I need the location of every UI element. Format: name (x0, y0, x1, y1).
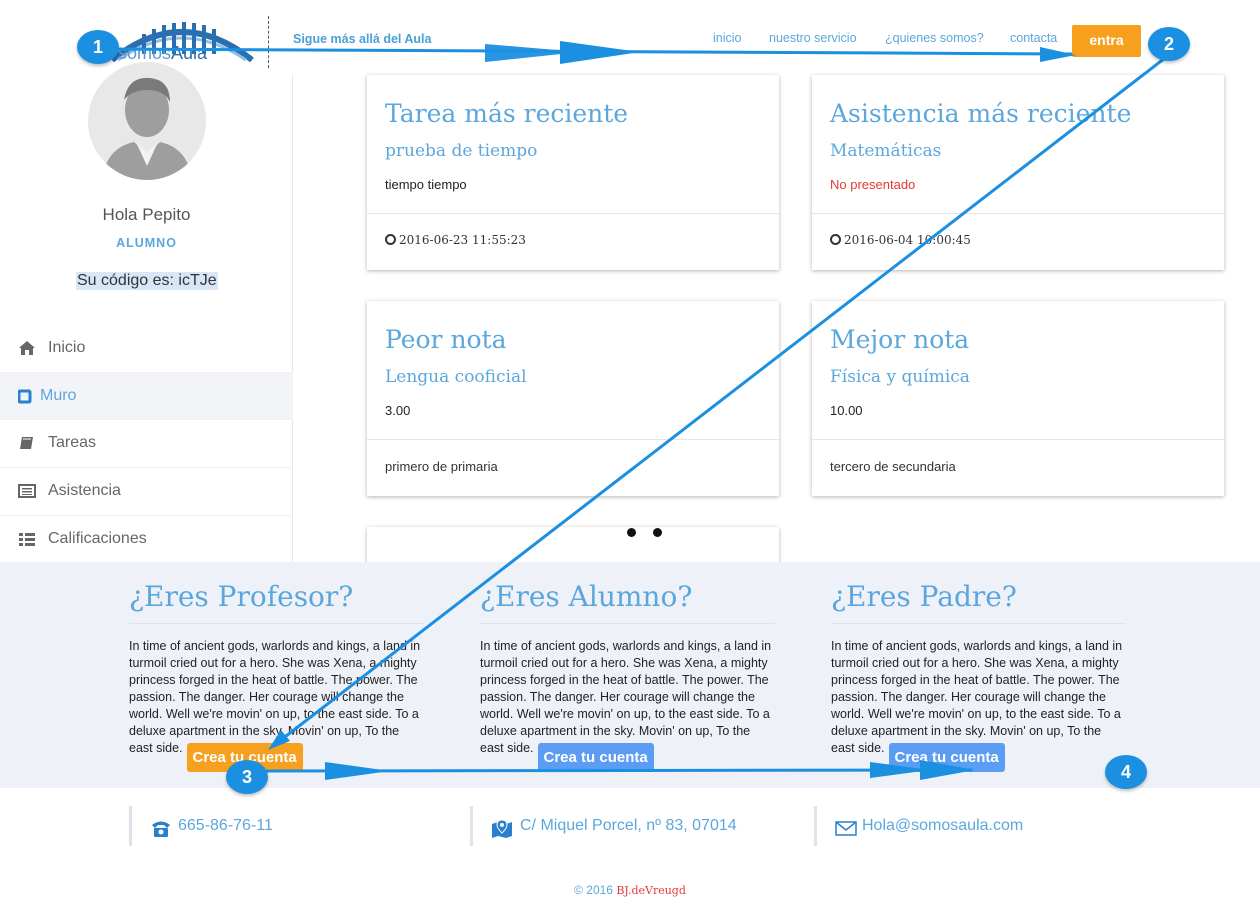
map-marker-icon (492, 819, 512, 838)
role-profesor: ¿Eres Profesor? In time of ancient gods,… (129, 580, 424, 772)
card-title: Mejor nota (830, 325, 970, 354)
card-divider (812, 439, 1224, 440)
card-body: 10.00 (830, 403, 863, 418)
logo-text[interactable]: somosAula (118, 43, 207, 64)
contact-email: Hola@somosaula.com (814, 806, 1023, 846)
role-text: In time of ancient gods, warlords and ki… (831, 639, 1123, 755)
card-footer: tercero de secundaria (830, 459, 956, 474)
page: somosAula Sigue más allá del Aula inicio… (0, 0, 1260, 911)
card-body: 3.00 (385, 403, 411, 418)
logo-text-part1: somos (118, 43, 172, 63)
phone-number[interactable]: 665-86-76-11 (178, 817, 273, 835)
phone-icon (152, 821, 170, 837)
role-text: In time of ancient gods, warlords and ki… (480, 639, 772, 755)
card-divider (367, 439, 779, 440)
role-description: In time of ancient gods, warlords and ki… (480, 638, 775, 772)
sidebar-item-label: Muro (40, 387, 77, 404)
role-padre: ¿Eres Padre? In time of ancient gods, wa… (831, 580, 1126, 772)
sidebar-item-asistencia[interactable]: Asistencia (0, 467, 293, 514)
role-alumno: ¿Eres Alumno? In time of ancient gods, w… (480, 580, 775, 772)
user-silhouette-icon (102, 77, 192, 180)
card-recent-attendance[interactable]: Asistencia más reciente Matemáticas No p… (812, 75, 1224, 270)
nav-link-inicio[interactable]: inicio (713, 31, 742, 45)
card-best-grade[interactable]: Mejor nota Física y química 10.00 tercer… (812, 301, 1224, 496)
clock-icon (385, 234, 396, 245)
card-timestamp: 2016-06-04 10:00:45 (844, 233, 971, 247)
sidebar: Hola Pepito ALUMNO Su código es: icTJe I… (0, 62, 293, 562)
role-title: ¿Eres Alumno? (480, 580, 775, 624)
card-body: No presentado (830, 177, 916, 192)
sidebar-item-label: Asistencia (48, 482, 121, 499)
card-footer: 2016-06-04 10:00:45 (830, 233, 971, 247)
th-list-icon (19, 533, 35, 546)
nav-link-servicio[interactable]: nuestro servicio (769, 31, 857, 45)
email-address[interactable]: Hola@somosaula.com (862, 817, 1023, 835)
tablet-icon (18, 389, 32, 404)
sidebar-item-label: Calificaciones (48, 530, 147, 547)
sidebar-item-tareas[interactable]: Tareas (0, 419, 293, 466)
card-divider (367, 213, 779, 214)
greeting: Hola Pepito (102, 205, 191, 224)
sidebar-item-calificaciones[interactable]: Calificaciones (0, 515, 293, 562)
sidebar-item-label: Tareas (48, 434, 97, 451)
card-body: tiempo tiempo (385, 177, 467, 192)
card-footer: primero de primaria (385, 459, 498, 474)
card-title: Asistencia más reciente (830, 99, 1132, 128)
avatar (88, 62, 206, 180)
card-worst-grade[interactable]: Peor nota Lengua cooficial 3.00 primero … (367, 301, 779, 496)
home-icon (19, 341, 35, 355)
role-title: ¿Eres Padre? (831, 580, 1126, 624)
annotation-badge-4: 4 (1105, 755, 1147, 789)
contact-phone: 665-86-76-11 (129, 806, 273, 846)
annotation-badge-1: 1 (77, 30, 119, 64)
card-partial[interactable] (367, 527, 779, 567)
annotation-badge-2: 2 (1148, 27, 1190, 61)
dot (653, 528, 662, 537)
role-description: In time of ancient gods, warlords and ki… (129, 638, 424, 772)
contact-footer: 665-86-76-11 C/ Miquel Porcel, nº 83, 07… (0, 788, 1260, 911)
header: somosAula Sigue más allá del Aula inicio… (0, 0, 1260, 75)
header-divider (268, 16, 269, 68)
user-role: ALUMNO (116, 236, 177, 250)
roles-section: ¿Eres Profesor? In time of ancient gods,… (0, 562, 1260, 788)
copyright: © 2016 BJ.deVreugd (0, 883, 1260, 897)
create-account-button[interactable]: Crea tu cuenta (537, 743, 654, 772)
card-subtitle: prueba de tiempo (385, 141, 538, 161)
role-title: ¿Eres Profesor? (129, 580, 424, 624)
card-footer: 2016-06-23 11:55:23 (385, 233, 526, 247)
contact-address: C/ Miquel Porcel, nº 83, 07014 (470, 806, 737, 846)
tagline: Sigue más allá del Aula (293, 32, 432, 46)
create-account-button[interactable]: Crea tu cuenta (888, 743, 1005, 772)
book-icon (20, 437, 33, 449)
card-subtitle: Física y química (830, 367, 970, 387)
card-subtitle: Lengua cooficial (385, 367, 527, 387)
dashboard-main: Tarea más reciente prueba de tiempo tiem… (327, 75, 1260, 567)
entra-button[interactable]: entra (1072, 25, 1141, 57)
author-name[interactable]: BJ.deVreugd (616, 884, 686, 897)
list-alt-icon (18, 484, 36, 498)
sidebar-item-label: Inicio (48, 339, 86, 356)
copyright-text: © 2016 (574, 883, 613, 897)
card-title: Peor nota (385, 325, 507, 354)
card-subtitle: Matemáticas (830, 141, 942, 161)
address[interactable]: C/ Miquel Porcel, nº 83, 07014 (520, 817, 737, 835)
card-title: Tarea más reciente (385, 99, 629, 128)
role-description: In time of ancient gods, warlords and ki… (831, 638, 1126, 772)
envelope-icon (835, 821, 857, 836)
sidebar-item-inicio[interactable]: Inicio (0, 325, 293, 372)
dot (627, 528, 636, 537)
annotation-badge-3: 3 (226, 760, 268, 794)
logo-text-part2: Aula (171, 43, 208, 63)
card-timestamp: 2016-06-23 11:55:23 (399, 233, 526, 247)
nav-link-contacta[interactable]: contacta (1010, 31, 1057, 45)
user-code: Su código es: icTJe (76, 272, 218, 290)
nav-link-quienes-somos[interactable]: ¿quienes somos? (885, 31, 984, 45)
loading-dots (627, 524, 679, 542)
clock-icon (830, 234, 841, 245)
sidebar-item-muro[interactable]: Muro (0, 372, 293, 419)
role-text: In time of ancient gods, warlords and ki… (129, 639, 421, 755)
card-recent-task[interactable]: Tarea más reciente prueba de tiempo tiem… (367, 75, 779, 270)
card-divider (812, 213, 1224, 214)
